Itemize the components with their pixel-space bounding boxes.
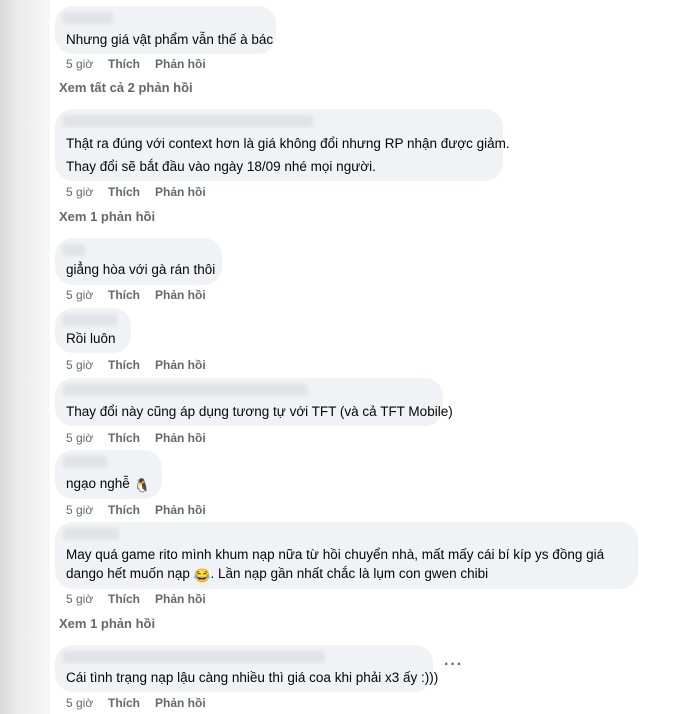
comment-time[interactable]: 5 giờ [66,288,108,302]
laughing-emoji-icon: 😂 [193,568,211,583]
comment-text-content: . Lần nạp gần nhất chắc là lụm con gwen … [210,566,489,581]
like-button[interactable]: Thích [108,288,155,302]
comment-text: Thật ra đúng với context hơn là giá khôn… [66,136,510,151]
comment-text: dango hết muốn nạp 😂. Lần nạp gần nhất c… [66,565,488,585]
like-button[interactable]: Thích [108,431,155,445]
comment-time[interactable]: 5 giờ [66,503,108,517]
reply-button[interactable]: Phản hồi [155,503,206,517]
view-replies-link[interactable]: Xem 1 phản hồi [59,616,155,631]
reply-button[interactable]: Phản hồi [155,358,206,372]
comment-actions: 5 giờ Thích Phản hồi [66,358,206,372]
comment-text: Cái tình trạng nạp lậu càng nhiều thì gi… [66,670,439,685]
penguin-emoji-icon: 🐧 [133,478,151,493]
reply-button[interactable]: Phản hồi [155,185,206,199]
like-button[interactable]: Thích [108,592,155,606]
comment-time[interactable]: 5 giờ [66,358,108,372]
comment-text: giẳng hòa với gà rán thôi [66,262,216,277]
reply-button[interactable]: Phản hồi [155,431,206,445]
commenter-name-blurred [63,314,118,326]
commenter-name-blurred [63,456,107,468]
like-button[interactable]: Thích [108,358,155,372]
commenter-name-blurred [63,244,85,256]
comment-time[interactable]: 5 giờ [66,431,108,445]
like-button[interactable]: Thích [108,503,155,517]
comment-bubble: giẳng hòa với gà rán thôi [55,238,222,285]
comment-text: Rồi luôn [66,331,116,346]
comment-actions: 5 giờ Thích Phản hồi [66,696,206,710]
comment-bubble: Cái tình trạng nạp lậu càng nhiều thì gi… [55,645,438,692]
comment-text: May quá game rito mình khum nạp nữa từ h… [66,547,605,562]
comment-text-content: dango hết muốn nạp [66,566,190,581]
reply-button[interactable]: Phản hồi [155,592,206,606]
view-replies-link[interactable]: Xem tất cả 2 phản hồi [59,80,193,95]
comment-text-content: ngạo nghễ [66,476,130,491]
more-options-icon[interactable]: ··· [444,656,463,674]
view-replies-link[interactable]: Xem 1 phản hồi [59,209,155,224]
comment-time[interactable]: 5 giờ [66,57,108,71]
comment-time[interactable]: 5 giờ [66,592,108,606]
commenter-name-blurred [63,384,308,396]
commenter-name-blurred [63,528,119,540]
comment-text: Thay đổi sẽ bắt đầu vào ngày 18/09 nhé m… [66,159,376,174]
comment-time[interactable]: 5 giờ [66,185,108,199]
commenter-name-blurred [63,651,325,663]
comment-actions: 5 giờ Thích Phản hồi [66,503,206,517]
comment-actions: 5 giờ Thích Phản hồi [66,431,206,445]
like-button[interactable]: Thích [108,57,155,71]
comment-text: Nhưng giá vật phẩm vẫn thế à bác [66,32,274,47]
comment-actions: 5 giờ Thích Phản hồi [66,57,206,71]
comment-bubble: Thay đổi này cũng áp dụng tương tự với T… [55,378,453,426]
reply-button[interactable]: Phản hồi [155,696,206,710]
commenter-name-blurred [63,115,313,127]
like-button[interactable]: Thích [108,185,155,199]
reply-button[interactable]: Phản hồi [155,57,206,71]
comment-actions: 5 giờ Thích Phản hồi [66,185,206,199]
reply-button[interactable]: Phản hồi [155,288,206,302]
comment-bubble: Nhưng giá vật phẩm vẫn thế à bác [55,6,276,54]
comment-actions: 5 giờ Thích Phản hồi [66,288,206,302]
comment-bubble: Rồi luôn [55,308,131,353]
left-avatar-column [0,0,50,714]
comment-bubble: May quá game rito mình khum nạp nữa từ h… [55,522,638,589]
comment-time[interactable]: 5 giờ [66,696,108,710]
comment-actions: 5 giờ Thích Phản hồi [66,592,206,606]
comment-bubble: ngạo nghễ 🐧 [55,450,162,499]
like-button[interactable]: Thích [108,696,155,710]
comment-text: Thay đổi này cũng áp dụng tương tự với T… [66,404,453,419]
commenter-name-blurred [63,12,113,24]
comment-text: ngạo nghễ 🐧 [66,475,150,495]
comment-bubble: Thật ra đúng với context hơn là giá khôn… [55,109,510,181]
